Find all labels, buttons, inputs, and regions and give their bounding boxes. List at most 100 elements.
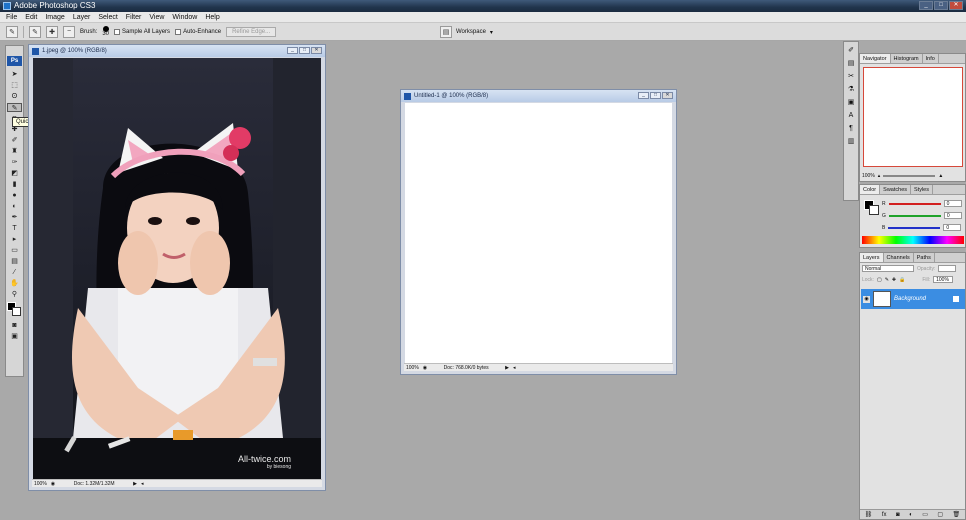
hand-tool-icon[interactable]: ✋ <box>7 279 22 288</box>
scroll-left-icon[interactable]: ◂ <box>513 365 516 371</box>
adjustment-layer-icon[interactable]: ◐ <box>909 512 913 518</box>
tool-presets-icon[interactable]: ▤ <box>846 59 856 68</box>
color-swatches[interactable] <box>7 302 22 318</box>
blue-value[interactable]: 0 <box>943 224 962 231</box>
rectangle-tool-icon[interactable]: ▭ <box>7 246 22 255</box>
menu-image[interactable]: Image <box>45 14 64 21</box>
maximize-button[interactable]: □ <box>934 1 948 10</box>
layer-style-icon[interactable]: fx <box>882 512 887 518</box>
red-slider[interactable] <box>888 202 941 205</box>
brush-tool-icon[interactable]: ✐ <box>7 136 22 145</box>
screen-mode-icon[interactable]: ▣ <box>7 332 22 341</box>
tab-color[interactable]: Color <box>860 185 881 194</box>
quick-selection-tool-icon[interactable]: ✎ <box>7 103 22 112</box>
tab-styles[interactable]: Styles <box>911 185 933 194</box>
zoom-slider[interactable] <box>883 175 936 177</box>
lock-position-icon[interactable]: ✚ <box>892 277 896 283</box>
layer-mask-icon[interactable]: ◙ <box>896 512 900 518</box>
background-color-swatch[interactable] <box>869 205 879 215</box>
tool-preset-picker[interactable]: ✎ <box>6 25 18 38</box>
document-close-button[interactable]: ✕ <box>662 92 673 99</box>
layer-row-background[interactable]: ◉ Background <box>861 289 965 309</box>
marquee-tool-icon[interactable]: ⬚ <box>7 81 22 90</box>
zoom-out-icon[interactable]: ▴ <box>878 173 881 179</box>
tab-swatches[interactable]: Swatches <box>880 185 912 194</box>
menu-file[interactable]: File <box>6 14 17 21</box>
refine-edge-button[interactable]: Refine Edge... <box>226 26 277 37</box>
actions-panel-icon[interactable]: ⚗ <box>846 85 856 94</box>
add-to-selection-icon[interactable]: ✚ <box>46 25 58 38</box>
eyedropper-tool-icon[interactable]: ⁄ <box>7 268 22 277</box>
menu-filter[interactable]: Filter <box>126 14 142 21</box>
history-panel-icon[interactable]: ✂ <box>846 72 856 81</box>
link-layers-icon[interactable]: ⛓ <box>865 511 873 518</box>
move-tool-icon[interactable]: ➤ <box>7 70 22 79</box>
menu-layer[interactable]: Layer <box>73 14 91 21</box>
background-color-swatch[interactable] <box>12 307 21 316</box>
document-window-photo[interactable]: 1.jpeg @ 100% (RGB/8) _ □ ✕ All-twice.co… <box>28 44 326 491</box>
document-minimize-button[interactable]: _ <box>287 47 298 54</box>
tab-histogram[interactable]: Histogram <box>891 54 923 63</box>
tab-navigator[interactable]: Navigator <box>860 54 891 63</box>
tab-layers[interactable]: Layers <box>860 253 884 262</box>
quick-mask-icon[interactable]: ◙ <box>7 321 22 330</box>
zoom-tool-icon[interactable]: ⚲ <box>7 290 22 299</box>
document-maximize-button[interactable]: □ <box>299 47 310 54</box>
clone-source-icon[interactable]: ▥ <box>846 137 856 146</box>
workspace-menu[interactable]: ▤ Workspace ▾ <box>440 26 493 38</box>
sample-all-layers-checkbox[interactable]: Sample All Layers <box>114 28 170 35</box>
menu-edit[interactable]: Edit <box>25 14 37 21</box>
new-selection-icon[interactable]: ✎ <box>29 25 41 38</box>
blend-mode-select[interactable]: Normal <box>862 265 914 272</box>
brushes-panel-icon[interactable]: ✐ <box>846 46 856 55</box>
menu-view[interactable]: View <box>149 14 164 21</box>
red-value[interactable]: 0 <box>943 200 962 207</box>
ps-logo[interactable]: Ps <box>7 56 22 66</box>
zoom-level[interactable]: 100% <box>34 481 47 487</box>
new-group-icon[interactable]: ▭ <box>922 511 928 518</box>
status-menu-arrow-icon[interactable]: ▶ <box>133 481 137 487</box>
green-slider[interactable] <box>888 214 941 217</box>
menu-window[interactable]: Window <box>172 14 197 21</box>
zoom-level[interactable]: 100% <box>406 365 419 371</box>
document-minimize-button[interactable]: _ <box>638 92 649 99</box>
paragraph-panel-icon[interactable]: ¶ <box>846 124 856 133</box>
status-settings-icon[interactable]: ◉ <box>51 481 55 487</box>
new-layer-icon[interactable]: ▢ <box>937 511 943 518</box>
photo-canvas[interactable]: All-twice.com by biesong <box>33 58 321 482</box>
brush-picker[interactable]: 30 <box>102 26 109 37</box>
document-window-untitled[interactable]: Untitled-1 @ 100% (RGB/8) _ □ ✕ 100% ◉ D… <box>400 89 677 375</box>
lasso-tool-icon[interactable]: ʘ <box>7 92 22 101</box>
pen-tool-icon[interactable]: ✒ <box>7 213 22 222</box>
minimize-button[interactable]: _ <box>919 1 933 10</box>
status-menu-arrow-icon[interactable]: ▶ <box>505 365 509 371</box>
color-spectrum[interactable] <box>862 236 964 244</box>
history-brush-tool-icon[interactable]: ✑ <box>7 158 22 167</box>
tab-paths[interactable]: Paths <box>914 253 935 262</box>
subtract-from-selection-icon[interactable]: − <box>63 25 75 38</box>
delete-layer-icon[interactable]: 🗑 <box>953 511 961 518</box>
layer-comps-icon[interactable]: ▣ <box>846 98 856 107</box>
type-tool-icon[interactable]: T <box>7 224 22 233</box>
lock-all-icon[interactable]: 🔒 <box>899 277 905 283</box>
status-settings-icon[interactable]: ◉ <box>423 365 427 371</box>
fill-field[interactable]: 100% <box>933 276 954 283</box>
path-selection-tool-icon[interactable]: ▸ <box>7 235 22 244</box>
document-close-button[interactable]: ✕ <box>311 47 322 54</box>
auto-enhance-checkbox[interactable]: Auto-Enhance <box>175 28 221 35</box>
menu-help[interactable]: Help <box>205 14 219 21</box>
gradient-tool-icon[interactable]: ▮ <box>7 180 22 189</box>
palette-well-icon[interactable]: ▤ <box>440 26 452 38</box>
notes-tool-icon[interactable]: ▤ <box>7 257 22 266</box>
navigator-zoom[interactable]: 100% <box>862 173 875 179</box>
document-title-bar[interactable]: 1.jpeg @ 100% (RGB/8) _ □ ✕ <box>29 45 325 57</box>
lock-transparent-icon[interactable]: ▢ <box>877 277 882 283</box>
lock-image-icon[interactable]: ✎ <box>885 277 889 283</box>
green-value[interactable]: 0 <box>943 212 962 219</box>
document-maximize-button[interactable]: □ <box>650 92 661 99</box>
blue-slider[interactable] <box>888 226 941 229</box>
dodge-tool-icon[interactable]: ◐ <box>7 202 22 211</box>
tab-info[interactable]: Info <box>923 54 939 63</box>
navigator-preview[interactable] <box>863 67 963 167</box>
opacity-field[interactable] <box>938 265 957 272</box>
